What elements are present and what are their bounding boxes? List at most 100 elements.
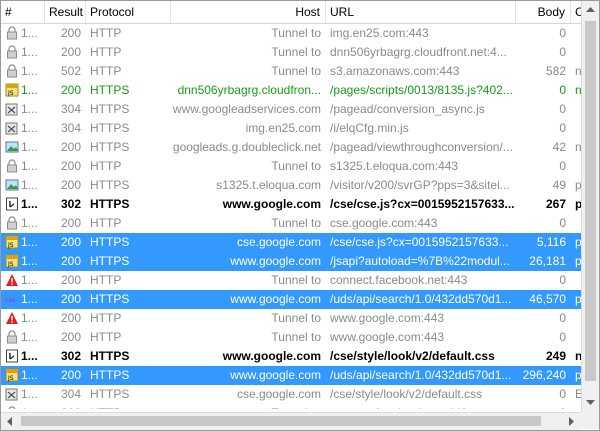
session-row[interactable]: 1... 200 HTTPS googleads.g.doubleclick.net /… <box>1 138 581 157</box>
session-result: 200 <box>60 26 81 40</box>
warning-icon <box>5 311 19 325</box>
session-list-window: # Result Protocol Host URL Body C 1... 20… <box>0 0 600 431</box>
session-result: 200 <box>60 178 81 192</box>
not-modified-icon <box>5 121 19 135</box>
session-host: cse.google.com <box>236 235 321 249</box>
vertical-scroll-thumb[interactable] <box>585 21 596 381</box>
session-protocol: HTTPS <box>90 387 130 401</box>
session-num: JS 1... <box>1 233 45 252</box>
session-row[interactable]: 1... 200 HTTP Tunnel to www.google.com:443 0 <box>1 328 581 347</box>
image-icon <box>5 140 19 154</box>
session-body: 42 <box>552 140 566 154</box>
session-protocol: HTTPS <box>90 254 130 268</box>
session-result: 200 <box>60 292 81 306</box>
session-host: Tunnel to <box>171 404 326 409</box>
session-row[interactable]: 1... 302 HTTPS www.google.com/cse/style/loo… <box>1 347 581 366</box>
not-modified-icon <box>5 102 19 116</box>
session-number: 1... <box>21 197 38 211</box>
session-row[interactable]: JS 1... 200 HTTPS www.google.com/jsapi?autol… <box>1 252 581 271</box>
session-number: 1... <box>21 64 38 78</box>
scroll-left-arrow-icon[interactable] <box>1 413 18 430</box>
column-header-host[interactable]: Host <box>171 1 326 23</box>
session-body: 249 <box>545 349 566 363</box>
scroll-up-arrow-icon[interactable] <box>582 1 599 18</box>
session-caching <box>571 119 581 138</box>
session-num: 1... <box>1 24 45 43</box>
session-caching <box>571 404 581 409</box>
session-result: 200 <box>60 216 81 230</box>
session-row[interactable]: 1... 200 HTTP Tunnel to img.en25.com:443 0 <box>1 24 581 43</box>
session-host: Tunnel to <box>271 26 321 40</box>
horizontal-scrollbar[interactable] <box>1 412 581 430</box>
session-host: www.googleadservices.com <box>172 102 321 116</box>
session-number: 1... <box>21 330 38 344</box>
session-row[interactable]: css 1... 200 HTTPS www.google.com/uds/api/se… <box>1 290 581 309</box>
session-num: 1... <box>1 100 45 119</box>
session-body: 26,181 <box>529 254 566 268</box>
session-number: 1... <box>21 102 38 116</box>
session-result: 304 <box>60 121 81 135</box>
column-header-result[interactable]: Result <box>45 1 86 23</box>
session-result: 200 <box>60 159 81 173</box>
session-row[interactable]: 1... 200 HTTP Tunnel to cse.google.com:443 0 <box>1 214 581 233</box>
session-row[interactable]: 1... 200 HTTPS s1325.t.eloqua.com/visitor/v… <box>1 176 581 195</box>
session-host: dnn506yrbagrg.cloudfron... <box>177 83 321 97</box>
session-number: 1... <box>21 178 38 192</box>
css-icon: css <box>5 292 19 306</box>
session-row[interactable]: 1...200HTTPTunnel toconnect.facebook.net… <box>1 271 581 290</box>
session-protocol: HTTP <box>90 26 122 40</box>
session-url: /uds/api/search/1.0/432dd570d1... <box>330 292 512 306</box>
session-body: 0 <box>559 387 566 401</box>
session-row[interactable]: 1... 304 HTTPS www.googleadservices.com/pag… <box>1 100 581 119</box>
session-result: 200 <box>60 235 81 249</box>
session-caching: n <box>571 347 581 366</box>
session-row[interactable]: 1...200HTTPTunnel toconnect.facebook.net… <box>1 404 581 409</box>
session-body: 0 <box>516 404 571 409</box>
script-icon <box>5 349 19 363</box>
session-url: /pages/scripts/0013/8135.js?402... <box>330 83 513 97</box>
column-header-url[interactable]: URL <box>326 1 516 23</box>
session-num: JS 1... <box>1 81 45 100</box>
session-row[interactable]: JS 1... 200 HTTPS www.google.com/uds/api/sea… <box>1 366 581 385</box>
session-body: 296,240 <box>522 368 566 382</box>
session-num: css 1... <box>1 290 45 309</box>
column-header-protocol[interactable]: Protocol <box>86 1 171 23</box>
not-modified-icon <box>5 387 19 401</box>
session-row[interactable]: JS 1... 200 HTTPS cse.google.com/cse/cse.js?… <box>1 233 581 252</box>
session-row[interactable]: 1... 200 HTTP Tunnel to www.google.com:443 0 <box>1 309 581 328</box>
session-row[interactable]: 1... 302 HTTPS www.google.com/cse/cse.js?cx… <box>1 195 581 214</box>
session-host: Tunnel to <box>271 311 321 325</box>
session-caching: p <box>571 233 581 252</box>
column-header-num[interactable]: # <box>1 1 45 23</box>
session-row[interactable]: 1... 200 HTTP Tunnel to dnn506yrbagrg.cloudf… <box>1 43 581 62</box>
session-body: 0 <box>559 83 566 97</box>
session-number: 1... <box>21 159 38 173</box>
session-body: 5,116 <box>536 235 566 249</box>
session-host: Tunnel to <box>271 45 321 59</box>
session-protocol: HTTPS <box>90 349 130 363</box>
session-caching: E <box>571 385 581 404</box>
session-host: Tunnel to <box>271 273 321 287</box>
js-icon: JS <box>5 254 19 268</box>
vertical-scrollbar[interactable] <box>581 1 599 412</box>
column-header-body[interactable]: Body <box>516 1 571 23</box>
session-url: /cse/style/look/v2/default.css <box>330 349 495 363</box>
session-row[interactable]: 1... 304 HTTPS cse.google.com/cse/style/loo… <box>1 385 581 404</box>
session-caching: p <box>571 195 581 214</box>
horizontal-scroll-thumb[interactable] <box>21 416 541 426</box>
session-row[interactable]: 1... 502 HTTP Tunnel to s3.amazonaws.com:443… <box>1 62 581 81</box>
scroll-down-arrow-icon[interactable] <box>582 394 599 411</box>
column-header-caching[interactable]: C <box>571 1 581 23</box>
session-caching <box>571 157 581 176</box>
session-result: 200 <box>45 404 86 409</box>
session-row[interactable]: 1... 304 HTTPS img.en25.com/i/elqCfg.min.js… <box>1 119 581 138</box>
session-row[interactable]: 1... 200 HTTP Tunnel to s1325.t.eloqua.com:4… <box>1 157 581 176</box>
session-result: 200 <box>60 254 81 268</box>
session-num: 1... <box>1 119 45 138</box>
session-num: 1... <box>1 271 45 290</box>
session-number: 1... <box>21 235 38 249</box>
scroll-right-arrow-icon[interactable] <box>563 413 580 430</box>
lock-icon <box>5 330 19 344</box>
session-caching <box>571 271 581 290</box>
session-row[interactable]: JS 1... 200 HTTPS dnn506yrbagrg.cloudfron...… <box>1 81 581 100</box>
